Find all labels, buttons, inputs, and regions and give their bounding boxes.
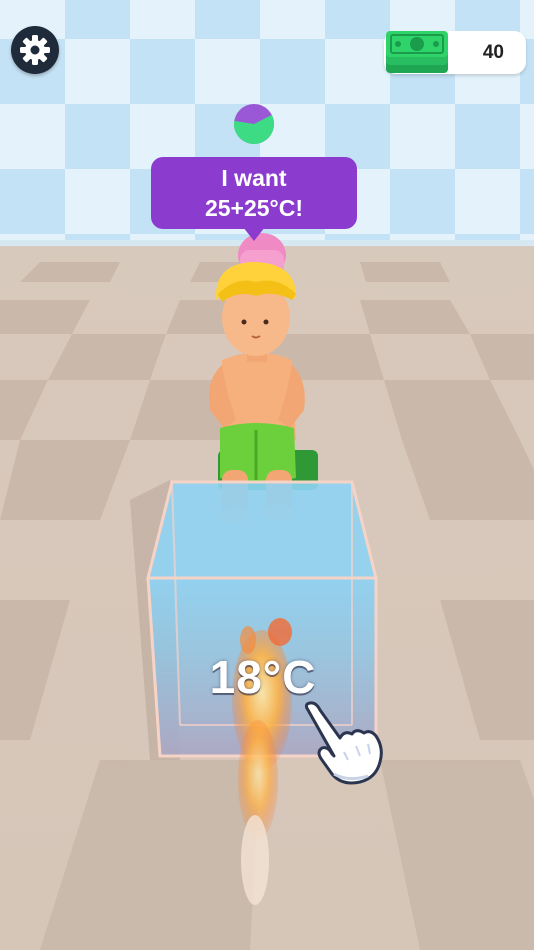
tap-hand-icon (304, 701, 383, 785)
request-bubble-tail (243, 227, 265, 241)
request-line-1: I want (221, 165, 287, 191)
request-bubble: I want 25+25°C! (151, 157, 357, 229)
pie-timer-icon (234, 104, 274, 144)
cash-amount: 40 (482, 42, 504, 63)
banknote-stack-icon (386, 31, 448, 73)
settings-button[interactable] (11, 26, 59, 74)
temperature-readout: 18°C (209, 651, 317, 703)
cash-counter: 40 (384, 31, 526, 74)
request-line-2: 25+25°C! (204, 195, 304, 221)
gear-icon (20, 35, 50, 65)
